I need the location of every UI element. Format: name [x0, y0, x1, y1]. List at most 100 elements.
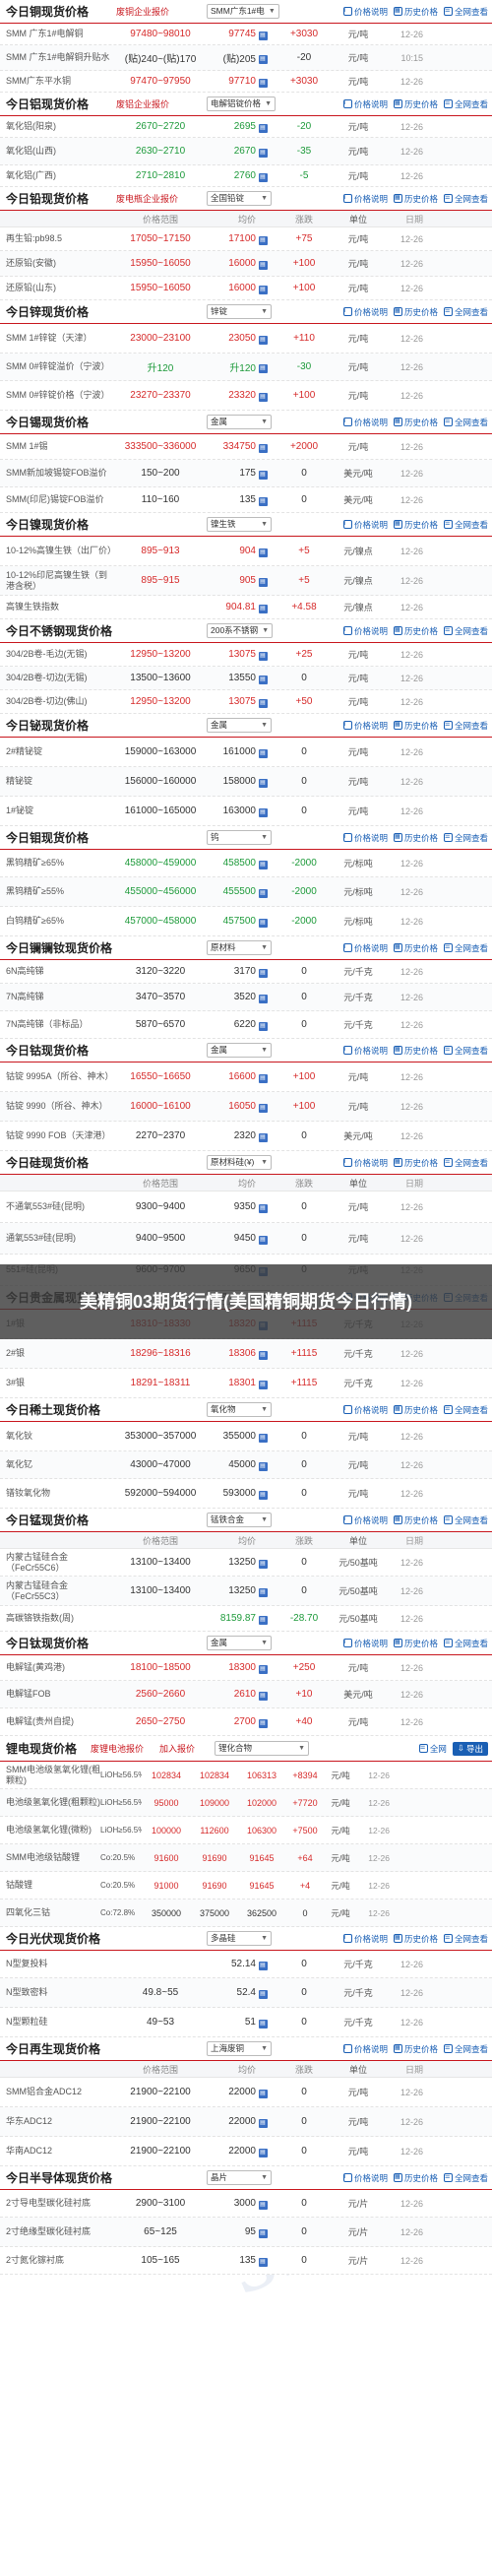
table-row[interactable]: 内蒙古锰硅合金（FeCr55C3） 13100~13400 13250 ▤ 0 元/50基…	[0, 1577, 492, 1606]
table-row[interactable]: SMM 广东1#电解铜 97480~98010 97745 ▤ +3030 元/吨 12-2…	[0, 24, 492, 45]
category-select[interactable]: 电解铝锭价格 ▼	[207, 97, 277, 111]
table-row[interactable]: 还原铅(安徽) 15950~16050 16000 ▤ +100 元/吨 12-26	[0, 251, 492, 277]
mini-chart-icon[interactable]: ▤	[258, 392, 268, 402]
mini-chart-icon[interactable]: ▤	[258, 968, 268, 978]
table-row[interactable]: 高镍生铁指数 904.81 ▤ +4.58 元/镍点 12-26	[0, 596, 492, 619]
category-select[interactable]: 全国铅锭 ▼	[207, 191, 272, 206]
table-row[interactable]: 氧化钬 353000~357000 355000 ▤ 0 元/吨 12-26	[0, 1422, 492, 1451]
table-row[interactable]: 通氧553#硅(昆明) 9400~9500 9450 ▤ 0 元/吨 12-26	[0, 1223, 492, 1255]
mini-chart-icon[interactable]: ▤	[258, 604, 268, 613]
view-all-link[interactable]: ☰全网查看	[443, 417, 488, 428]
mini-chart-icon[interactable]: ▤	[258, 994, 268, 1003]
table-row[interactable]: 10-12%高镍生铁（出厂价） 895~913 904 ▤ +5 元/镍点 12-26	[0, 537, 492, 566]
category-select[interactable]: SMM广东1#电 ▼	[207, 4, 279, 19]
table-row[interactable]: 不通氧553#硅(昆明) 9300~9400 9350 ▤ 0 元/吨 12-26	[0, 1191, 492, 1223]
source-link[interactable]: 废铝企业报价	[116, 97, 207, 110]
mini-chart-icon[interactable]: ▤	[258, 1433, 268, 1443]
table-row[interactable]: SMM新加坡锡锭FOB溢价 150~200 175 ▤ 0 美元/吨 12-26	[0, 460, 492, 487]
mini-chart-icon[interactable]: ▤	[258, 698, 268, 708]
mini-chart-icon[interactable]: ▤	[258, 470, 268, 480]
price-history-link[interactable]: ▦历史价格	[393, 720, 438, 732]
price-history-link[interactable]: ▦历史价格	[393, 306, 438, 318]
mini-chart-icon[interactable]: ▤	[258, 1461, 268, 1471]
table-row[interactable]: 镨钕氧化物 592000~594000 593000 ▤ 0 元/吨 12-26	[0, 1479, 492, 1509]
view-all-link[interactable]: ☰全网查看	[443, 832, 488, 844]
mini-chart-icon[interactable]: ▤	[258, 1103, 268, 1113]
category-select[interactable]: 金属 ▼	[207, 718, 272, 733]
price-history-link[interactable]: ▦历史价格	[393, 519, 438, 531]
table-row[interactable]: SMM 1#锌锭（天津） 23000~23100 23050 ▤ +110 元/吨 12-2…	[0, 324, 492, 354]
table-row[interactable]: SMM电池级钴酸锂 Co:20.5% 91600 91690 91645 +64 元/吨 12…	[0, 1844, 492, 1872]
price-explain-link[interactable]: i价格说明	[342, 720, 388, 732]
table-row[interactable]: 钴锭 9990 FOB（天津港） 2270~2370 2320 ▤ 0 美元/吨 12-26	[0, 1122, 492, 1151]
mini-chart-icon[interactable]: ▤	[258, 1718, 268, 1728]
mini-chart-icon[interactable]: ▤	[258, 285, 268, 294]
mini-chart-icon[interactable]: ▤	[258, 235, 268, 245]
price-history-link[interactable]: ▦历史价格	[393, 98, 438, 110]
table-row[interactable]: SMM(印尼)锡锭FOB溢价 110~160 135 ▤ 0 美元/吨 12-26	[0, 487, 492, 513]
price-explain-link[interactable]: i价格说明	[342, 2043, 388, 2055]
view-all-link[interactable]: ☰全网查看	[443, 1933, 488, 1945]
view-all-link[interactable]: ☰ 全网	[418, 1742, 447, 1756]
table-row[interactable]: 电解锰(黄鸡港) 18100~18500 18300 ▤ +250 元/吨 12-26	[0, 1655, 492, 1681]
table-row[interactable]: 精铋锭 156000~160000 158000 ▤ 0 元/吨 12-26	[0, 767, 492, 797]
price-history-link[interactable]: ▦历史价格	[393, 625, 438, 637]
category-select[interactable]: 锌锭 ▼	[207, 304, 272, 319]
mini-chart-icon[interactable]: ▤	[258, 1350, 268, 1360]
table-row[interactable]: N型颗粒硅 49~53 51 ▤ 0 元/千克 12-26	[0, 2008, 492, 2037]
price-history-link[interactable]: ▦历史价格	[393, 417, 438, 428]
price-explain-link[interactable]: i价格说明	[342, 625, 388, 637]
table-row[interactable]: 白钨精矿≥65% 457000~458000 457500 ▤ -2000 元/标吨 12-…	[0, 907, 492, 936]
price-history-link[interactable]: ▦历史价格	[393, 1638, 438, 1649]
mini-chart-icon[interactable]: ▤	[258, 918, 268, 928]
category-select[interactable]: 金属 ▼	[207, 415, 272, 429]
category-select[interactable]: 锰铁合金 ▼	[207, 1513, 272, 1527]
table-row[interactable]: 2#精铋锭 159000~163000 161000 ▤ 0 元/吨 12-26	[0, 738, 492, 767]
table-row[interactable]: N型致密料 49.8~55 52.4 ▤ 0 元/千克 12-26	[0, 1978, 492, 2008]
mini-chart-icon[interactable]: ▤	[258, 1559, 268, 1569]
view-all-link[interactable]: ☰全网查看	[443, 2172, 488, 2184]
table-row[interactable]: 电解锰FOB 2560~2660 2610 ▤ +10 美元/吨 12-26	[0, 1681, 492, 1708]
mini-chart-icon[interactable]: ▤	[258, 860, 268, 869]
price-explain-link[interactable]: i价格说明	[342, 98, 388, 110]
table-row[interactable]: 华东ADC12 21900~22100 22000 ▤ 0 元/吨 12-26	[0, 2107, 492, 2137]
view-all-link[interactable]: ☰全网查看	[443, 625, 488, 637]
table-row[interactable]: 钴锭 9990（所谷、神木） 16000~16100 16050 ▤ +100 元/吨 12…	[0, 1092, 492, 1122]
price-history-link[interactable]: ▦历史价格	[393, 6, 438, 18]
table-row[interactable]: 电池级氢氧化锂(粗颗粒) LiOH≥56.5% 95000 109000 102000 +…	[0, 1789, 492, 1817]
mini-chart-icon[interactable]: ▤	[258, 651, 268, 661]
price-history-link[interactable]: ▦历史价格	[393, 2043, 438, 2055]
mini-chart-icon[interactable]: ▤	[258, 577, 268, 587]
mini-chart-icon[interactable]: ▤	[258, 2089, 268, 2098]
table-row[interactable]: SMM广东平水铜 97470~97950 97710 ▤ +3030 元/吨 12-26	[0, 71, 492, 93]
table-row[interactable]: 再生铅:pb98.5 17050~17150 17100 ▤ +75 元/吨 12-26	[0, 227, 492, 251]
table-row[interactable]: 还原铅(山东) 15950~16050 16000 ▤ +100 元/吨 12-26	[0, 277, 492, 300]
mini-chart-icon[interactable]: ▤	[258, 1587, 268, 1597]
view-all-link[interactable]: ☰全网查看	[443, 720, 488, 732]
table-row[interactable]: 304/2B卷-切边(佛山) 12950~13200 13075 ▤ +50 元/吨 12-…	[0, 690, 492, 714]
mini-chart-icon[interactable]: ▤	[258, 2148, 268, 2157]
view-all-link[interactable]: ☰全网查看	[443, 1045, 488, 1057]
table-row[interactable]: 氧化钇 43000~47000 45000 ▤ 0 元/吨 12-26	[0, 1451, 492, 1479]
view-all-link[interactable]: ☰全网查看	[443, 1157, 488, 1169]
table-row[interactable]: 氧化铝(山西) 2630~2710 2670 ▤ -35 元/吨 12-26	[0, 138, 492, 165]
mini-chart-icon[interactable]: ▤	[258, 1235, 268, 1245]
price-history-link[interactable]: ▦历史价格	[393, 2172, 438, 2184]
mini-chart-icon[interactable]: ▤	[258, 54, 268, 64]
table-row[interactable]: SMM 1#锡 333500~336000 334750 ▤ +2000 元/吨 12-26	[0, 434, 492, 460]
mini-chart-icon[interactable]: ▤	[258, 1490, 268, 1500]
table-row[interactable]: 黑钨精矿≥65% 458000~459000 458500 ▤ -2000 元/标吨 12-…	[0, 850, 492, 877]
table-row[interactable]: 氧化铝(广西) 2710~2810 2760 ▤ -5 元/吨 12-26	[0, 165, 492, 187]
mini-chart-icon[interactable]: ▤	[258, 2228, 268, 2238]
mini-chart-icon[interactable]: ▤	[258, 778, 268, 788]
table-row[interactable]: 10-12%印尼高镍生铁（到港含税） 895~915 905 ▤ +5 元/镍点 12-26	[0, 566, 492, 596]
mini-chart-icon[interactable]: ▤	[258, 1989, 268, 1999]
mini-chart-icon[interactable]: ▤	[258, 1615, 268, 1625]
table-row[interactable]: 电池级氢氧化锂(微粉) LiOH≥56.5% 100000 112600 106300 +…	[0, 1817, 492, 1844]
mini-chart-icon[interactable]: ▤	[258, 1073, 268, 1083]
table-row[interactable]: SMM 0#锌锭溢价（宁波） 升120 升120 ▤ -30 元/吨 12-26	[0, 354, 492, 381]
table-row[interactable]: 2#银 18296~18316 18306 ▤ +1115 元/千克 12-26	[0, 1339, 492, 1369]
view-all-link[interactable]: ☰全网查看	[443, 193, 488, 205]
price-history-link[interactable]: ▦历史价格	[393, 832, 438, 844]
table-row[interactable]: 华南ADC12 21900~22100 22000 ▤ 0 元/吨 12-26	[0, 2137, 492, 2166]
